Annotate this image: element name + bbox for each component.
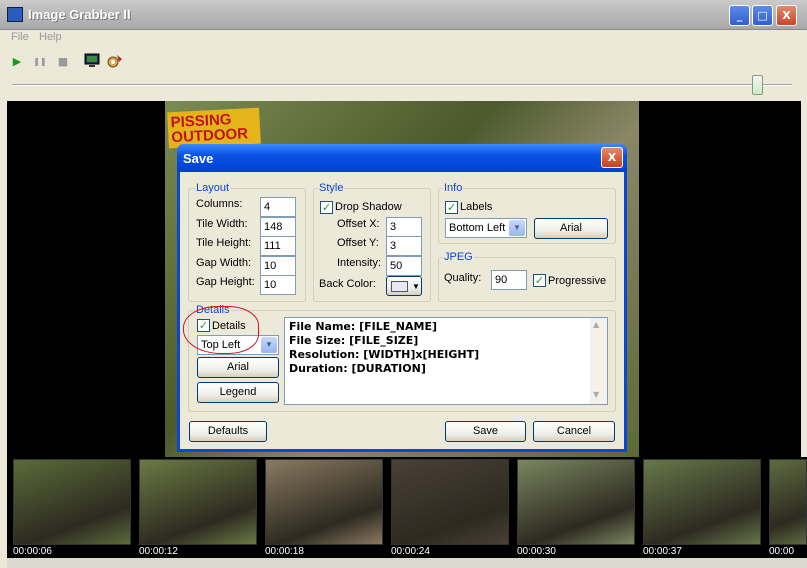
thumbnail-time: 00:00:24	[391, 546, 430, 557]
filmstrip-scrollbar[interactable]	[7, 558, 807, 568]
thumbnail[interactable]	[517, 459, 635, 545]
drop-shadow-checkbox[interactable]: ✓	[320, 201, 333, 214]
play-icon[interactable]: ▶	[8, 53, 26, 71]
gap-height-label: Gap Height:	[196, 276, 255, 288]
thumbnail-time: 00:00:06	[13, 546, 52, 557]
details-line: File Name: [FILE_NAME]	[289, 320, 437, 333]
quality-label: Quality:	[444, 272, 482, 284]
dialog-title-bar	[177, 144, 627, 172]
menu-file[interactable]: File	[11, 31, 29, 43]
style-group-label: Style	[318, 182, 345, 194]
window-title: Image Grabber II	[28, 7, 131, 22]
defaults-button[interactable]: Defaults	[189, 421, 267, 442]
pause-icon[interactable]: ❚❚	[31, 53, 49, 71]
scroll-down-icon[interactable]: ▼	[593, 390, 599, 399]
details-text-area[interactable]: File Name: [FILE_NAME] File Size: [FILE_…	[284, 317, 608, 405]
tile-width-label: Tile Width:	[196, 218, 248, 230]
offset-x-field[interactable]: 3	[386, 217, 422, 237]
columns-field[interactable]: 4	[260, 197, 296, 217]
seek-thumb[interactable]	[752, 75, 763, 95]
columns-label: Columns:	[196, 198, 243, 210]
tile-height-label: Tile Height:	[196, 237, 252, 249]
thumbnail[interactable]	[769, 459, 807, 545]
video-logo: PISSING OUTDOOR	[167, 107, 261, 149]
back-color-label: Back Color:	[319, 278, 376, 290]
details-line: Duration: [DURATION]	[289, 362, 426, 375]
thumbnail[interactable]	[13, 459, 131, 545]
thumbnail[interactable]	[643, 459, 761, 545]
dialog-title: Save	[183, 151, 214, 166]
thumbnail[interactable]	[139, 459, 257, 545]
gap-width-label: Gap Width:	[196, 257, 252, 269]
gap-height-field[interactable]: 10	[260, 275, 296, 295]
chevron-down-icon[interactable]: ▼	[509, 220, 525, 236]
offset-y-field[interactable]: 3	[386, 236, 422, 256]
thumbnail[interactable]	[265, 459, 383, 545]
layout-group-label: Layout	[195, 182, 231, 194]
details-scrollbar[interactable]: ▲ ▼	[590, 318, 607, 404]
menu-help[interactable]: Help	[39, 31, 62, 43]
info-font-button[interactable]: Arial	[534, 218, 608, 239]
annotation-circle	[183, 306, 259, 354]
scroll-up-icon[interactable]: ▲	[593, 320, 599, 329]
thumbnail-time: 00:00:37	[643, 546, 682, 557]
maximize-button[interactable]: □	[752, 5, 773, 26]
quality-field[interactable]: 90	[491, 270, 527, 290]
thumbnail-time: 00:00	[769, 546, 795, 557]
info-position-select[interactable]: Bottom Left ▼	[445, 218, 527, 238]
jpeg-group-label: JPEG	[443, 251, 474, 263]
settings-icon[interactable]	[106, 53, 124, 71]
app-icon	[7, 7, 23, 22]
stop-icon[interactable]: ■	[54, 53, 72, 71]
gap-width-field[interactable]: 10	[260, 256, 296, 276]
thumbnail-time: 00:00:12	[139, 546, 178, 557]
labels-label: Labels	[460, 201, 493, 213]
details-line: Resolution: [WIDTH]x[HEIGHT]	[289, 348, 480, 361]
thumbnail[interactable]	[391, 459, 509, 545]
labels-checkbox[interactable]: ✓	[445, 201, 458, 214]
cancel-button[interactable]: Cancel	[533, 421, 615, 442]
tile-width-field[interactable]: 148	[260, 217, 296, 237]
legend-button[interactable]: Legend	[197, 382, 279, 403]
chevron-down-icon[interactable]: ▼	[261, 337, 277, 353]
offset-y-label: Offset Y:	[337, 237, 379, 249]
close-window-button[interactable]: X	[776, 5, 797, 26]
info-group-label: Info	[443, 182, 464, 194]
dialog-close-button[interactable]: X	[601, 147, 623, 168]
info-position-value: Bottom Left	[449, 222, 506, 234]
thumbnail-time: 00:00:30	[517, 546, 556, 557]
drop-shadow-label: Drop Shadow	[335, 201, 402, 213]
progressive-checkbox[interactable]: ✓	[533, 274, 546, 287]
monitor-icon[interactable]	[83, 53, 101, 71]
details-font-button[interactable]: Arial	[197, 357, 279, 378]
minimize-button[interactable]: _	[729, 5, 750, 26]
offset-x-label: Offset X:	[337, 218, 380, 230]
details-line: File Size: [FILE_SIZE]	[289, 334, 419, 347]
thumbnail-time: 00:00:18	[265, 546, 304, 557]
save-button[interactable]: Save	[445, 421, 526, 442]
back-color-picker[interactable]: ▼	[386, 276, 422, 296]
progressive-label: Progressive	[548, 275, 607, 287]
intensity-field[interactable]: 50	[386, 256, 422, 276]
seek-track[interactable]	[12, 84, 792, 86]
chevron-down-icon: ▼	[412, 282, 420, 291]
tile-height-field[interactable]: 111	[260, 236, 296, 256]
menu-bar	[0, 30, 807, 48]
back-color-swatch	[391, 281, 408, 292]
intensity-label: Intensity:	[337, 257, 382, 269]
